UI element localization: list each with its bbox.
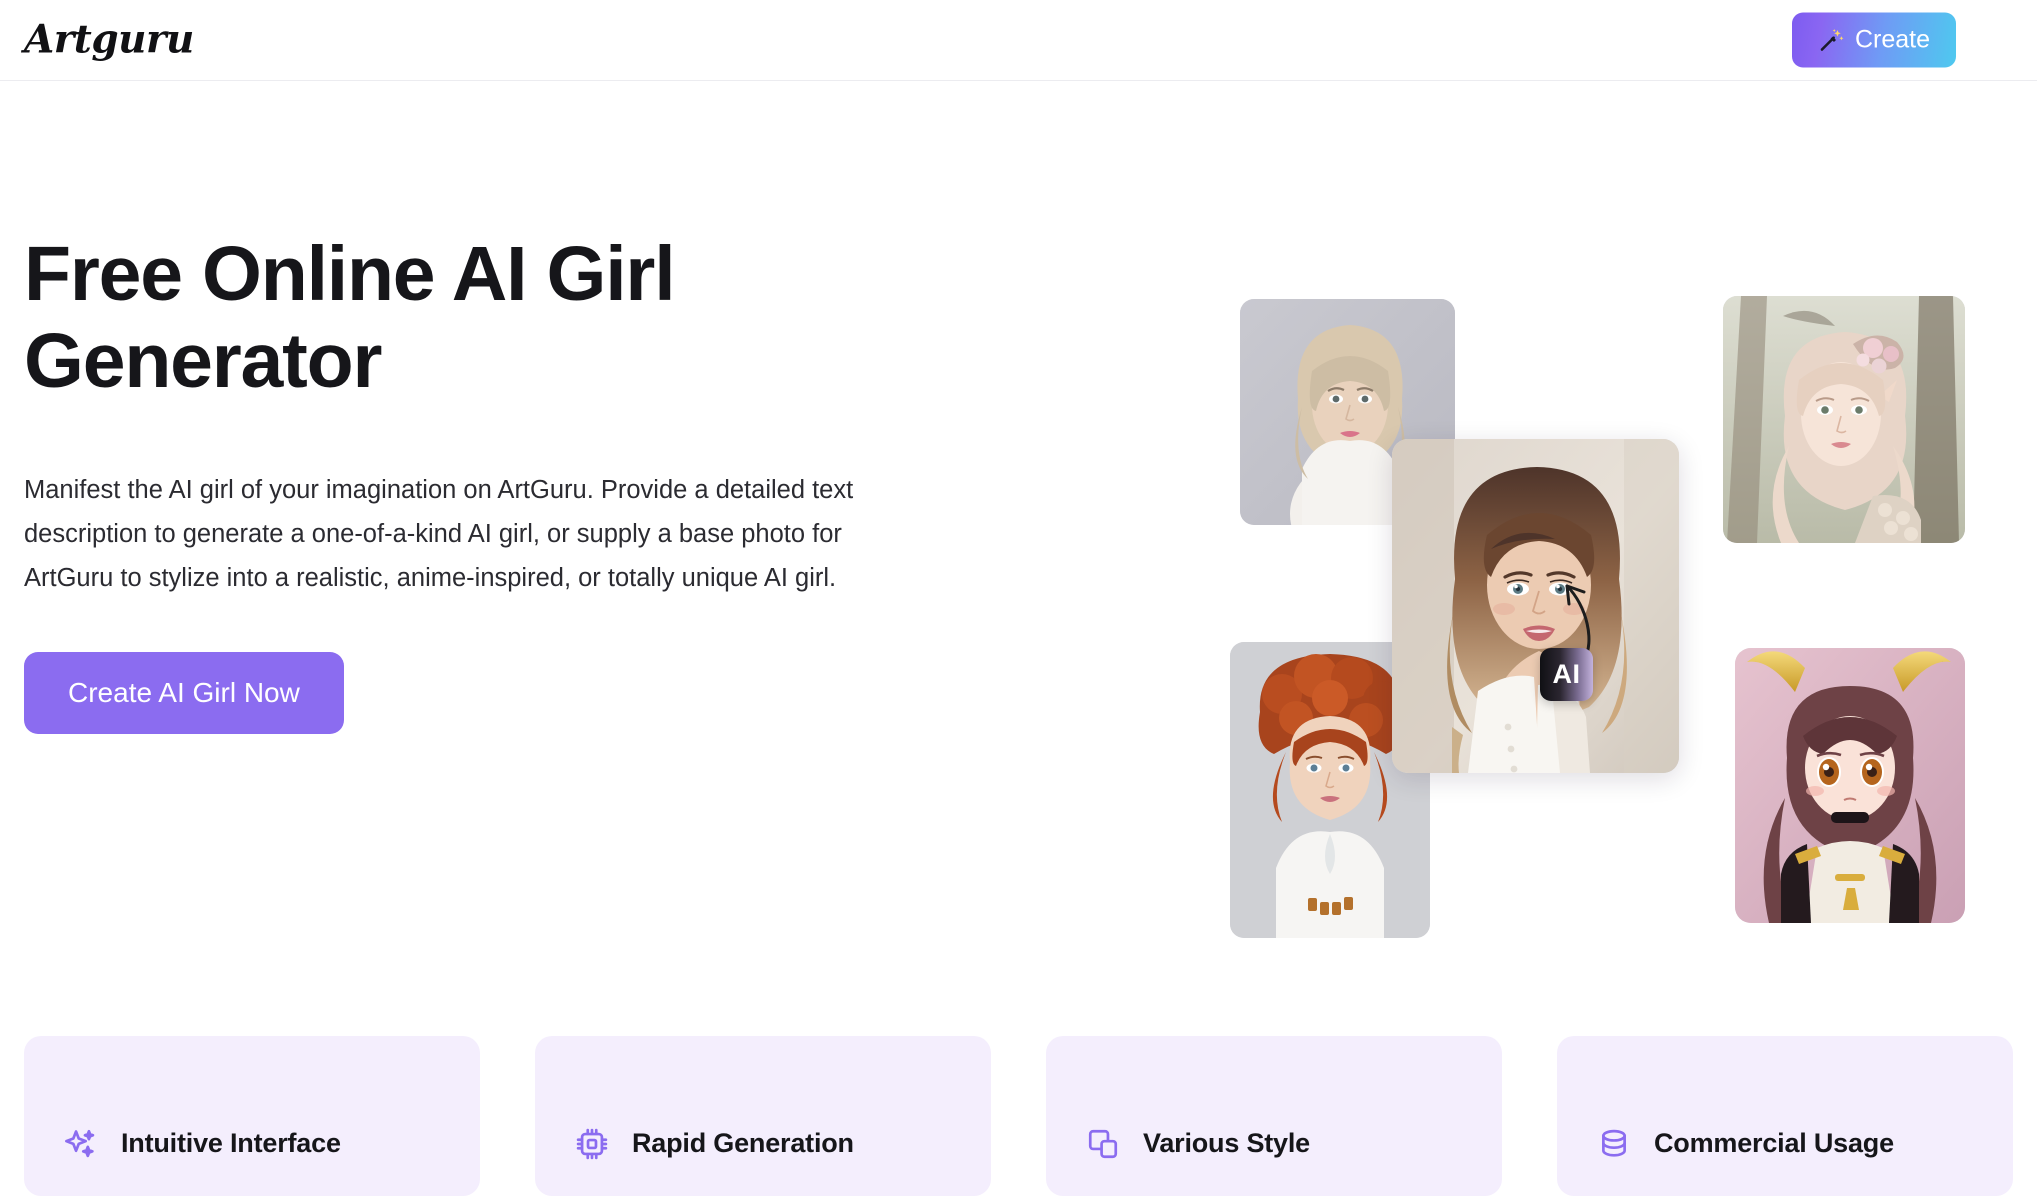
logo[interactable]: Artguru xyxy=(24,21,194,60)
database-stack-icon xyxy=(1597,1127,1631,1161)
collage-image-center[interactable] xyxy=(1392,439,1679,773)
copy-layers-icon xyxy=(1086,1127,1120,1161)
feature-card-various-style[interactable]: Various Style xyxy=(1046,1036,1502,1196)
feature-label: Intuitive Interface xyxy=(121,1128,341,1159)
ai-badge: AI xyxy=(1540,648,1593,701)
feature-card-rapid-generation[interactable]: Rapid Generation xyxy=(535,1036,991,1196)
image-collage: AI xyxy=(1230,286,2020,946)
sparkles-icon xyxy=(64,1127,98,1161)
feature-cards: Intuitive Interface Rapid Generation Var… xyxy=(24,1036,2013,1196)
magic-wand-icon xyxy=(1818,27,1845,54)
hero-section: Free Online AI Girl Generator Manifest t… xyxy=(0,81,2037,1026)
collage-image-bottom-right[interactable] xyxy=(1735,648,1965,923)
feature-card-intuitive-interface[interactable]: Intuitive Interface xyxy=(24,1036,480,1196)
create-button-label: Create xyxy=(1855,26,1930,55)
cpu-chip-icon xyxy=(575,1127,609,1161)
hero-description: Manifest the AI girl of your imagination… xyxy=(24,468,904,600)
hero-text-column: Free Online AI Girl Generator Manifest t… xyxy=(24,231,924,734)
site-header: Artguru Create xyxy=(0,0,2037,81)
feature-label: Rapid Generation xyxy=(632,1128,854,1159)
create-button[interactable]: Create xyxy=(1792,13,1956,68)
create-ai-girl-button[interactable]: Create AI Girl Now xyxy=(24,652,344,734)
collage-image-top-right[interactable] xyxy=(1723,296,1965,543)
feature-label: Various Style xyxy=(1143,1128,1310,1159)
page-title: Free Online AI Girl Generator xyxy=(24,231,724,405)
feature-label: Commercial Usage xyxy=(1654,1128,1894,1159)
feature-card-commercial-usage[interactable]: Commercial Usage xyxy=(1557,1036,2013,1196)
